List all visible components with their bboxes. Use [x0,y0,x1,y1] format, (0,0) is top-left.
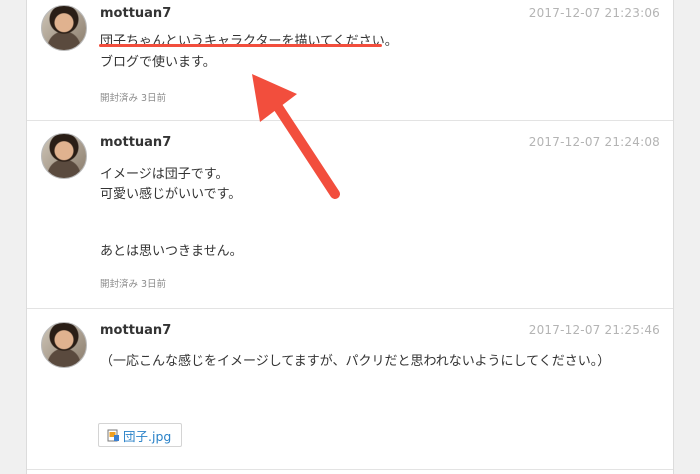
arrow-annotation [252,74,340,199]
